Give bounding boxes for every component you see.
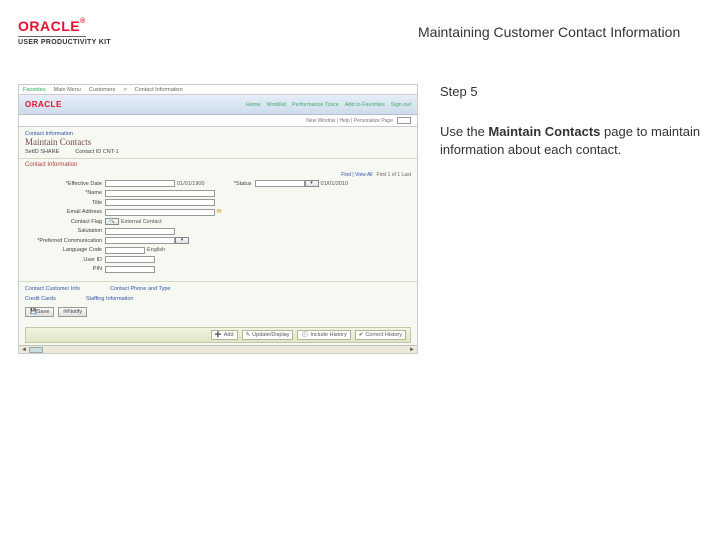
pin-field[interactable] bbox=[105, 266, 155, 273]
product-line: USER PRODUCTIVITY KIT bbox=[18, 39, 158, 46]
userid-field[interactable] bbox=[105, 256, 155, 263]
scroll-right-icon[interactable]: ► bbox=[407, 346, 417, 354]
add-button[interactable]: ➕ Add bbox=[211, 330, 238, 340]
step-instruction: Use the Maintain Contacts page to mainta… bbox=[440, 123, 702, 158]
status-field[interactable] bbox=[255, 180, 305, 187]
userid-label: User ID bbox=[25, 257, 105, 263]
update-button[interactable]: ✎ Update/Display bbox=[242, 330, 294, 340]
name-field[interactable] bbox=[105, 190, 215, 197]
pager: Find | View All First 1 of 1 Last bbox=[25, 172, 411, 178]
page-title: Maintaining Customer Contact Information bbox=[158, 24, 702, 40]
link-credit-cards[interactable]: Credit Cards bbox=[25, 296, 56, 302]
contactflag-lookup-icon[interactable]: 🔍 bbox=[105, 218, 119, 225]
salutation-label: Salutation bbox=[25, 228, 105, 234]
application-screenshot: Favorites Main Menu Customers > Contact … bbox=[18, 84, 418, 354]
section-heading: Contact Information bbox=[19, 158, 417, 170]
nav-worklist[interactable]: Worklist bbox=[267, 102, 286, 108]
effdate-field[interactable] bbox=[105, 180, 175, 187]
status-dropdown-icon[interactable]: ▾ bbox=[305, 180, 319, 187]
salutation-field[interactable] bbox=[105, 228, 175, 235]
pager-count: First 1 of 1 Last bbox=[377, 172, 411, 178]
preforg-dropdown-icon[interactable]: ▾ bbox=[175, 237, 189, 244]
email-label: Email Address bbox=[25, 209, 105, 215]
app-page-heading: Maintain Contacts bbox=[19, 137, 417, 149]
link-row-2: Credit Cards Staffing Information bbox=[19, 294, 417, 304]
correct-button[interactable]: ✔ Correct History bbox=[355, 330, 406, 340]
nav-add-fav[interactable]: Add to Favorites bbox=[345, 102, 385, 108]
preforg-label: *Preferred Communication bbox=[25, 238, 105, 244]
preforg-field[interactable] bbox=[105, 237, 175, 244]
pager-find[interactable]: Find | View All bbox=[341, 172, 372, 178]
breadcrumb: Contact Information bbox=[19, 127, 417, 137]
nav-signout[interactable]: Sign out bbox=[391, 102, 411, 108]
contactflag-label: Contact Flag bbox=[25, 219, 105, 225]
email-icon[interactable]: ✉ bbox=[215, 208, 223, 216]
history-button[interactable]: 🕘 Include History bbox=[297, 330, 350, 340]
notify-button[interactable]: ✉ Notify bbox=[58, 307, 87, 317]
nav-home[interactable]: Home bbox=[246, 102, 261, 108]
lang-label: Language Code bbox=[25, 247, 105, 253]
app-sub-bar: New Window | Help | Personalize Page bbox=[19, 115, 417, 127]
horizontal-scrollbar[interactable]: ◄ ► bbox=[19, 345, 417, 353]
effdate-label: *Effective Date bbox=[25, 181, 105, 187]
branding-block: ORACLE® USER PRODUCTIVITY KIT bbox=[18, 18, 158, 46]
nav-perf-trace[interactable]: Performance Trace bbox=[292, 102, 339, 108]
status-label: *Status bbox=[205, 181, 255, 187]
subbar-links[interactable]: New Window | Help | Personalize Page bbox=[306, 118, 393, 124]
name-label: *Name bbox=[25, 190, 105, 196]
bottom-toolbar: ➕ Add ✎ Update/Display 🕘 Include History… bbox=[25, 327, 411, 343]
title-label: Title bbox=[25, 200, 105, 206]
app-header-bar: ORACLE Home Worklist Performance Trace A… bbox=[19, 95, 417, 115]
id-row: SetID SHARE Contact ID CNT-1 bbox=[19, 149, 417, 158]
pin-label: PIN bbox=[25, 266, 105, 272]
link-staffing[interactable]: Staffing Information bbox=[86, 296, 134, 302]
scroll-left-icon[interactable]: ◄ bbox=[19, 346, 29, 354]
email-field[interactable] bbox=[105, 209, 215, 216]
title-field[interactable] bbox=[105, 199, 215, 206]
scroll-thumb[interactable] bbox=[29, 347, 43, 353]
app-top-breadcrumb: Favorites Main Menu Customers > Contact … bbox=[19, 85, 417, 95]
app-top-nav: Home Worklist Performance Trace Add to F… bbox=[246, 102, 411, 108]
search-input[interactable] bbox=[397, 117, 411, 124]
link-row: Contact Customer Info Contact Phone and … bbox=[19, 284, 417, 294]
link-contact-customer[interactable]: Contact Customer Info bbox=[25, 286, 80, 292]
step-label: Step 5 bbox=[440, 84, 702, 99]
save-button[interactable]: 💾 Save bbox=[25, 307, 54, 317]
link-contact-phone[interactable]: Contact Phone and Type bbox=[110, 286, 170, 292]
lang-field[interactable] bbox=[105, 247, 145, 254]
oracle-logo: ORACLE® bbox=[18, 18, 86, 37]
oracle-logo-small: ORACLE bbox=[25, 100, 62, 109]
